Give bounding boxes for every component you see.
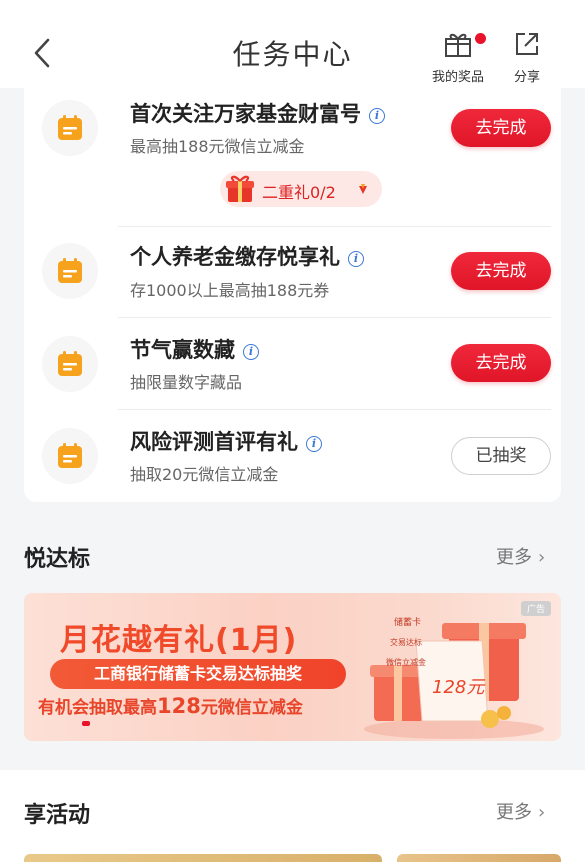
task-title: 个人养老金缴存悦享礼 i bbox=[130, 241, 364, 271]
share-button[interactable]: 分享 bbox=[497, 30, 557, 85]
art-tag-debit-card: 储蓄卡 bbox=[394, 616, 421, 628]
bonus-progress-pill[interactable]: 二重礼0/2 bbox=[220, 171, 382, 207]
red-gift-icon bbox=[226, 175, 254, 202]
banner-description: 有机会抽取最高128元微信立减金 bbox=[38, 694, 303, 718]
task-icon bbox=[42, 336, 98, 392]
go-complete-button[interactable]: 去完成 bbox=[451, 344, 551, 382]
go-complete-button[interactable]: 去完成 bbox=[451, 109, 551, 147]
share-icon bbox=[516, 33, 538, 55]
art-tag-coupon: 微信立减金 bbox=[386, 657, 426, 667]
task-item: 个人养老金缴存悦享礼 i 存1000以上最高抽188元券 去完成 bbox=[24, 227, 561, 317]
calendar-icon bbox=[58, 351, 82, 376]
task-item: 节气赢数藏 i 抽限量数字藏品 去完成 bbox=[24, 318, 561, 410]
chevron-right-icon: › bbox=[538, 802, 546, 823]
info-icon[interactable]: i bbox=[306, 436, 322, 452]
gift-box-illustration: 128元 储蓄卡 交易达标 微信立减金 bbox=[364, 616, 544, 739]
task-item: 首次关注万家基金财富号 i 最高抽188元微信立减金 去完成 二重礼0/2 bbox=[24, 88, 561, 220]
task-icon bbox=[42, 243, 98, 299]
activity-card-image[interactable] bbox=[24, 854, 382, 862]
task-list-card: 首次关注万家基金财富号 i 最高抽188元微信立减金 去完成 二重礼0/2 个人… bbox=[24, 88, 561, 502]
task-item: 风险评测首评有礼 i 抽取20元微信立减金 已抽奖 bbox=[24, 410, 561, 502]
carousel-indicator bbox=[82, 721, 90, 726]
task-icon bbox=[42, 428, 98, 484]
activity-card-image[interactable] bbox=[397, 854, 561, 862]
expand-arrow-icon bbox=[359, 184, 367, 194]
task-title: 首次关注万家基金财富号 i bbox=[130, 98, 385, 128]
info-icon[interactable]: i bbox=[243, 344, 259, 360]
task-icon bbox=[42, 100, 98, 156]
already-drawn-button[interactable]: 已抽奖 bbox=[451, 437, 551, 475]
calendar-icon bbox=[58, 258, 82, 283]
go-complete-button[interactable]: 去完成 bbox=[451, 252, 551, 290]
task-subtitle: 最高抽188元微信立减金 bbox=[130, 137, 305, 156]
art-amount: 128元 bbox=[432, 677, 486, 698]
top-navigation-bar: 任务中心 我的奖品 分享 bbox=[0, 0, 585, 88]
task-subtitle: 抽取20元微信立减金 bbox=[130, 465, 279, 484]
my-prizes-label: 我的奖品 bbox=[431, 70, 484, 85]
my-prizes-button[interactable]: 我的奖品 bbox=[428, 30, 488, 85]
share-label: 分享 bbox=[513, 70, 540, 85]
promo-banner[interactable]: 广告 月花越有礼(1月) 工商银行储蓄卡交易达标抽奖 有机会抽取最高128元微信… bbox=[24, 593, 561, 741]
art-tag-target: 交易达标 bbox=[390, 637, 422, 647]
more-link-xianghuodong[interactable]: 更多 › bbox=[496, 798, 545, 824]
task-subtitle: 抽限量数字藏品 bbox=[130, 373, 243, 392]
more-link-yuedabiao[interactable]: 更多 › bbox=[496, 543, 545, 569]
banner-subtitle: 工商银行储蓄卡交易达标抽奖 bbox=[50, 659, 346, 689]
section-title-yuedabiao: 悦达标 bbox=[24, 547, 91, 572]
info-icon[interactable]: i bbox=[348, 251, 364, 267]
calendar-icon bbox=[58, 443, 82, 468]
notification-dot bbox=[475, 33, 486, 44]
bonus-label: 二重礼0/2 bbox=[262, 183, 336, 202]
chevron-right-icon: › bbox=[538, 547, 546, 568]
task-title: 风险评测首评有礼 i bbox=[130, 426, 322, 456]
section-title-xianghuodong: 享活动 bbox=[24, 803, 91, 828]
banner-title: 月花越有礼(1月) bbox=[60, 623, 298, 658]
calendar-icon bbox=[58, 115, 82, 140]
task-subtitle: 存1000以上最高抽188元券 bbox=[130, 281, 330, 300]
task-title: 节气赢数藏 i bbox=[130, 334, 259, 364]
gift-icon bbox=[445, 33, 471, 57]
info-icon[interactable]: i bbox=[369, 108, 385, 124]
